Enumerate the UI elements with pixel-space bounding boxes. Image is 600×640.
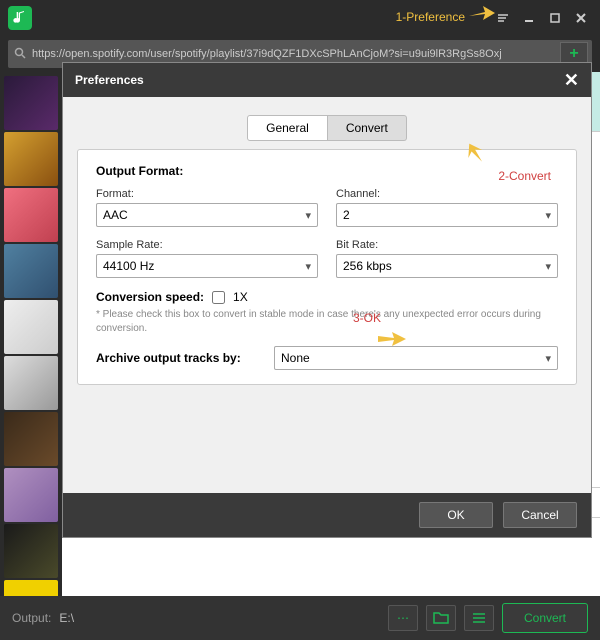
hint-text: * Please check this box to convert in st… — [96, 308, 558, 336]
channel-label: Channel: — [336, 188, 558, 200]
convert-button[interactable]: Convert — [502, 603, 588, 633]
modal-close-icon[interactable]: ✕ — [564, 70, 579, 91]
bit-rate-select[interactable]: 256 kbps — [336, 254, 558, 278]
ok-button[interactable]: OK — [419, 502, 493, 528]
url-input[interactable] — [32, 48, 556, 60]
modal-header: Preferences ✕ — [63, 63, 591, 97]
preferences-modal: Preferences ✕ General Convert 2-Convert … — [62, 62, 592, 538]
speed-checkbox[interactable] — [212, 291, 225, 304]
speed-1x: 1X — [233, 290, 248, 304]
annotation-convert: 2-Convert — [498, 169, 551, 183]
archive-label: Archive output tracks by: — [96, 351, 256, 365]
thumbnail[interactable] — [4, 468, 58, 522]
thumbnail[interactable] — [4, 76, 58, 130]
thumbnail[interactable] — [4, 132, 58, 186]
output-label: Output: — [12, 611, 51, 625]
footer-bar: Output: E:\ ⋯ Convert — [0, 596, 600, 640]
archive-select[interactable]: None — [274, 346, 558, 370]
thumbnail[interactable] — [4, 412, 58, 466]
close-icon[interactable] — [570, 7, 592, 29]
annotation-ok: 3-OK — [353, 311, 381, 325]
output-format-panel: Output Format: Format: AAC Channel: 2 Sa… — [77, 149, 577, 385]
thumbnail-list: TROIS CAFÉS — [0, 72, 62, 600]
modal-title: Preferences — [75, 73, 144, 87]
search-icon — [8, 47, 32, 62]
maximize-icon[interactable] — [544, 7, 566, 29]
channel-select[interactable]: 2 — [336, 203, 558, 227]
app-logo — [8, 6, 32, 30]
sample-rate-label: Sample Rate: — [96, 239, 318, 251]
titlebar: 1-Preference — [0, 0, 600, 36]
modal-footer: OK Cancel — [63, 493, 591, 537]
bit-rate-label: Bit Rate: — [336, 239, 558, 251]
annotation-arrow-1 — [467, 2, 495, 27]
tab-convert[interactable]: Convert — [328, 115, 407, 141]
output-path: E:\ — [59, 611, 119, 625]
list-icon[interactable] — [464, 605, 494, 631]
browse-icon[interactable]: ⋯ — [388, 605, 418, 631]
format-label: Format: — [96, 188, 318, 200]
tab-bar: General Convert — [77, 115, 577, 141]
sample-rate-select[interactable]: 44100 Hz — [96, 254, 318, 278]
annotation-arrow-2 — [463, 139, 491, 170]
window-controls — [492, 7, 592, 29]
format-select[interactable]: AAC — [96, 203, 318, 227]
folder-icon[interactable] — [426, 605, 456, 631]
annotation-arrow-3 — [376, 328, 406, 353]
thumbnail[interactable] — [4, 524, 58, 578]
annotation-preference: 1-Preference — [396, 10, 465, 24]
menu-icon[interactable] — [492, 7, 514, 29]
thumbnail[interactable] — [4, 244, 58, 298]
thumbnail[interactable] — [4, 300, 58, 354]
minimize-icon[interactable] — [518, 7, 540, 29]
thumbnail[interactable] — [4, 188, 58, 242]
thumbnail[interactable] — [4, 356, 58, 410]
tab-general[interactable]: General — [247, 115, 328, 141]
cancel-button[interactable]: Cancel — [503, 502, 577, 528]
speed-label: Conversion speed: — [96, 290, 204, 304]
